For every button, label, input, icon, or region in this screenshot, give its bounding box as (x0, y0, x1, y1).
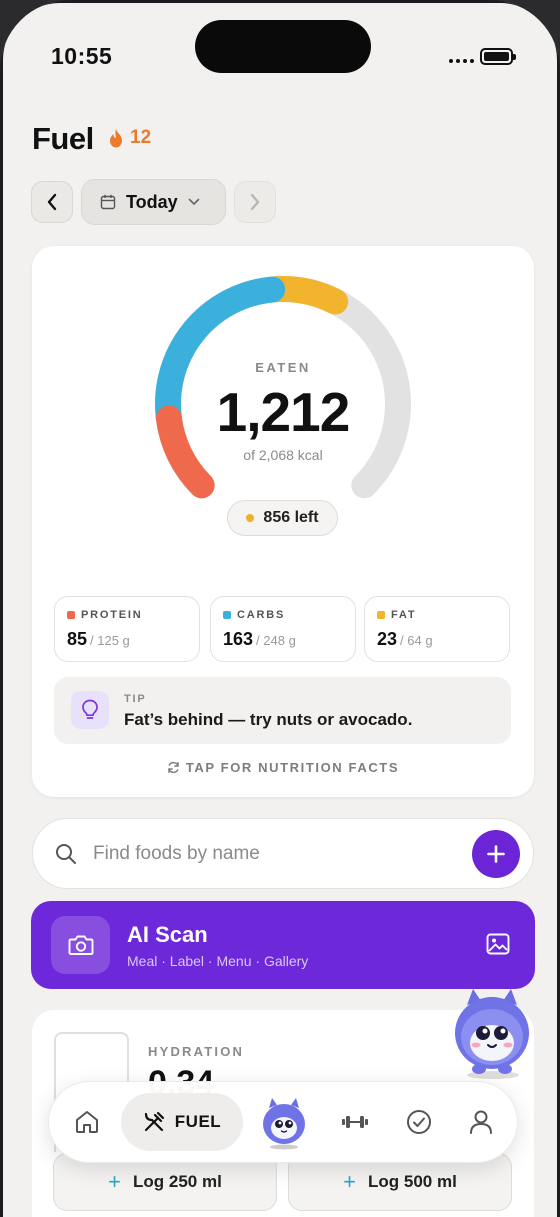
ai-scan-title: AI Scan (127, 922, 208, 947)
tip-label: TIP (124, 693, 147, 705)
dumbbell-icon (342, 1116, 368, 1128)
gallery-icon[interactable] (486, 933, 510, 955)
status-time: 10:55 (51, 43, 113, 69)
protein-dot (67, 611, 75, 619)
calorie-summary-card[interactable]: EATEN 1,212 of 2,068 kcal 856 left PROTE… (32, 246, 534, 797)
camera-icon (51, 916, 110, 974)
tip-text: Fat’s behind — try nuts or avocado. (124, 710, 413, 729)
hydration-label: HYDRATION (148, 1044, 245, 1059)
tab-workout[interactable] (333, 1099, 377, 1145)
tab-fuel-label: FUEL (174, 1112, 222, 1131)
fat-dot (377, 611, 385, 619)
ai-scan-button[interactable]: AI Scan Meal · Label · Menu · Gallery (31, 901, 535, 989)
next-day-button[interactable] (234, 181, 276, 223)
log-250ml-label: Log 250 ml (133, 1172, 222, 1191)
home-icon (76, 1111, 98, 1133)
plus-icon: + (108, 1169, 122, 1194)
plus-icon: + (343, 1169, 357, 1194)
tab-home[interactable] (65, 1099, 109, 1145)
tip-banner[interactable]: TIP Fat’s behind — try nuts or avocado. (54, 677, 511, 744)
log-500ml-label: Log 500 ml (368, 1172, 457, 1191)
refresh-icon (168, 761, 179, 774)
nutrition-facts-link[interactable]: TAP FOR NUTRITION FACTS (32, 760, 534, 775)
eaten-label: EATEN (255, 360, 311, 375)
signal-icon (449, 59, 474, 63)
macro-name: FAT (391, 609, 417, 621)
tab-profile[interactable] (459, 1099, 503, 1145)
streak-badge[interactable]: 12 (109, 127, 151, 149)
phone-frame: 10:55 Fuel 12 Today EATEN 1,212 of 2,068… (0, 0, 560, 1217)
carbs-dot (223, 611, 231, 619)
bottom-tab-bar: FUEL (48, 1081, 518, 1163)
macro-goal: / 248 g (256, 633, 296, 648)
macro-value: 163 (223, 629, 254, 649)
user-icon (470, 1110, 492, 1134)
chevron-down-icon (188, 198, 199, 205)
chevron-left-icon (47, 193, 57, 211)
previous-day-button[interactable] (31, 181, 73, 223)
calorie-goal: of 2,068 kcal (243, 447, 323, 463)
streak-count: 12 (130, 127, 152, 148)
status-dot (246, 514, 255, 522)
check-circle-icon (407, 1110, 431, 1134)
add-food-button[interactable] (472, 830, 520, 878)
mascot-assistant-button[interactable] (451, 983, 533, 1083)
page-title: Fuel (32, 121, 94, 156)
nutrition-facts-label: TAP FOR NUTRITION FACTS (185, 760, 400, 775)
date-label: Today (126, 191, 178, 212)
battery-icon (480, 48, 516, 65)
fork-knife-icon (144, 1111, 164, 1132)
eaten-value: 1,212 (216, 381, 351, 443)
calories-left: 856 left (263, 509, 319, 526)
search-icon (56, 844, 76, 864)
chevron-right-icon (250, 193, 260, 211)
dynamic-island (195, 20, 371, 73)
lightbulb-icon (71, 691, 109, 729)
screen: 10:55 Fuel 12 Today EATEN 1,212 of 2,068… (0, 0, 560, 1217)
macro-value: 85 (67, 629, 88, 649)
macro-goal: / 125 g (90, 633, 130, 648)
tab-habits[interactable] (397, 1099, 441, 1145)
macro-carbs[interactable]: CARBS 163 / 248 g (210, 596, 356, 662)
calendar-icon (100, 194, 116, 210)
macro-name: CARBS (237, 609, 286, 621)
plus-icon (487, 845, 505, 863)
date-selector[interactable]: Today (81, 179, 226, 225)
food-search-bar[interactable] (32, 818, 534, 889)
macro-goal: / 64 g (400, 633, 433, 648)
macro-name: PROTEIN (81, 609, 143, 621)
macro-value: 23 (377, 629, 398, 649)
macro-protein[interactable]: PROTEIN 85 / 125 g (54, 596, 200, 662)
calories-left-badge: 856 left (227, 500, 338, 536)
search-input[interactable] (93, 839, 433, 869)
tab-mascot-coach[interactable] (259, 1094, 309, 1150)
tab-fuel[interactable]: FUEL (121, 1093, 243, 1151)
ai-scan-subtitle: Meal · Label · Menu · Gallery (127, 953, 309, 969)
macro-fat[interactable]: FAT 23 / 64 g (364, 596, 510, 662)
flame-icon (110, 128, 122, 147)
